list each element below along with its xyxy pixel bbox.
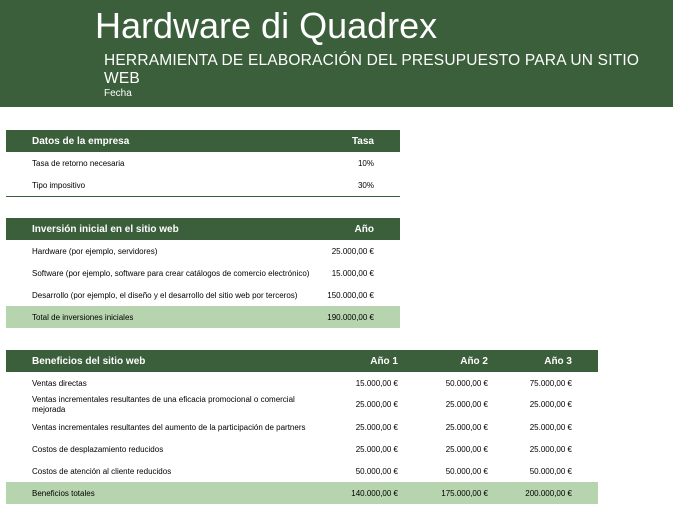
- row-label[interactable]: Costos de desplazamiento reducidos: [6, 438, 306, 460]
- row-value[interactable]: 150.000,00 €: [320, 284, 400, 306]
- date-label[interactable]: Fecha: [104, 88, 132, 99]
- row-label[interactable]: Desarrollo (por ejemplo, el diseño y el …: [6, 284, 320, 306]
- initial-investment-table: Inversión inicial en el sitio web Año Ha…: [6, 218, 400, 328]
- title-banner: Hardware di Quadrex HERRAMIENTA DE ELABO…: [0, 0, 673, 107]
- row-value-year-1[interactable]: 25.000,00 €: [306, 438, 402, 460]
- row-value-year-3[interactable]: 75.000,00 €: [498, 372, 598, 394]
- column-header-company[interactable]: Datos de la empresa: [6, 130, 320, 152]
- column-header-year-1[interactable]: Año 1: [306, 350, 402, 372]
- column-header-rate[interactable]: Tasa: [320, 130, 400, 152]
- company-data-table: Datos de la empresa Tasa Tasa de retorno…: [6, 130, 400, 197]
- row-value-year-1[interactable]: 25.000,00 €: [306, 416, 402, 438]
- page-title: Hardware di Quadrex: [95, 5, 438, 46]
- website-benefits-table: Beneficios del sitio web Año 1 Año 2 Año…: [6, 350, 598, 504]
- row-value-year-3[interactable]: 25.000,00 €: [498, 416, 598, 438]
- table-row: Costos de atención al cliente reducidos …: [6, 460, 598, 482]
- row-value[interactable]: 25.000,00 €: [320, 240, 400, 262]
- row-value-year-1[interactable]: 15.000,00 €: [306, 372, 402, 394]
- row-value-year-2[interactable]: 25.000,00 €: [402, 416, 498, 438]
- row-value-year-1[interactable]: 50.000,00 €: [306, 460, 402, 482]
- row-value-year-2[interactable]: 25.000,00 €: [402, 438, 498, 460]
- row-label[interactable]: Costos de atención al cliente reducidos: [6, 460, 306, 482]
- table-row: Software (por ejemplo, software para cre…: [6, 262, 400, 284]
- row-value-year-3[interactable]: 50.000,00 €: [498, 460, 598, 482]
- row-label[interactable]: Ventas incrementales resultantes del aum…: [6, 416, 306, 438]
- row-label[interactable]: Hardware (por ejemplo, servidores): [6, 240, 320, 262]
- total-value[interactable]: 190.000,00 €: [320, 306, 400, 328]
- column-header-benefits[interactable]: Beneficios del sitio web: [6, 350, 306, 372]
- row-label[interactable]: Ventas incrementales resultantes de una …: [6, 394, 306, 416]
- row-label[interactable]: Tipo impositivo: [6, 174, 320, 197]
- total-value-year-1[interactable]: 140.000,00 €: [306, 482, 402, 504]
- row-value[interactable]: 15.000,00 €: [320, 262, 400, 284]
- row-value-year-2[interactable]: 50.000,00 €: [402, 460, 498, 482]
- total-label[interactable]: Beneficios totales: [6, 482, 306, 504]
- table-row: Hardware (por ejemplo, servidores) 25.00…: [6, 240, 400, 262]
- table-row: Costos de desplazamiento reducidos 25.00…: [6, 438, 598, 460]
- table-header-row: Datos de la empresa Tasa: [6, 130, 400, 152]
- total-value-year-3[interactable]: 200.000,00 €: [498, 482, 598, 504]
- row-value-year-2[interactable]: 25.000,00 €: [402, 394, 498, 416]
- row-value-year-3[interactable]: 25.000,00 €: [498, 394, 598, 416]
- column-header-investment[interactable]: Inversión inicial en el sitio web: [6, 218, 320, 240]
- table-header-row: Inversión inicial en el sitio web Año: [6, 218, 400, 240]
- row-value-year-3[interactable]: 25.000,00 €: [498, 438, 598, 460]
- table-row: Ventas directas 15.000,00 € 50.000,00 € …: [6, 372, 598, 394]
- total-value-year-2[interactable]: 175.000,00 €: [402, 482, 498, 504]
- column-header-year-2[interactable]: Año 2: [402, 350, 498, 372]
- column-header-year[interactable]: Año: [320, 218, 400, 240]
- total-label[interactable]: Total de inversiones iniciales: [6, 306, 320, 328]
- row-value-year-1[interactable]: 25.000,00 €: [306, 394, 402, 416]
- row-value[interactable]: 30%: [320, 174, 400, 197]
- total-row: Total de inversiones iniciales 190.000,0…: [6, 306, 400, 328]
- table-row: Tasa de retorno necesaria 10%: [6, 152, 400, 174]
- total-row: Beneficios totales 140.000,00 € 175.000,…: [6, 482, 598, 504]
- column-header-year-3[interactable]: Año 3: [498, 350, 598, 372]
- row-label[interactable]: Tasa de retorno necesaria: [6, 152, 320, 174]
- table-row: Ventas incrementales resultantes de una …: [6, 394, 598, 416]
- row-value-year-2[interactable]: 50.000,00 €: [402, 372, 498, 394]
- page-subtitle: HERRAMIENTA DE ELABORACIÓN DEL PRESUPUES…: [104, 52, 640, 87]
- table-header-row: Beneficios del sitio web Año 1 Año 2 Año…: [6, 350, 598, 372]
- table-row: Tipo impositivo 30%: [6, 174, 400, 197]
- table-row: Desarrollo (por ejemplo, el diseño y el …: [6, 284, 400, 306]
- table-row: Ventas incrementales resultantes del aum…: [6, 416, 598, 438]
- row-label[interactable]: Software (por ejemplo, software para cre…: [6, 262, 320, 284]
- row-label[interactable]: Ventas directas: [6, 372, 306, 394]
- row-value[interactable]: 10%: [320, 152, 400, 174]
